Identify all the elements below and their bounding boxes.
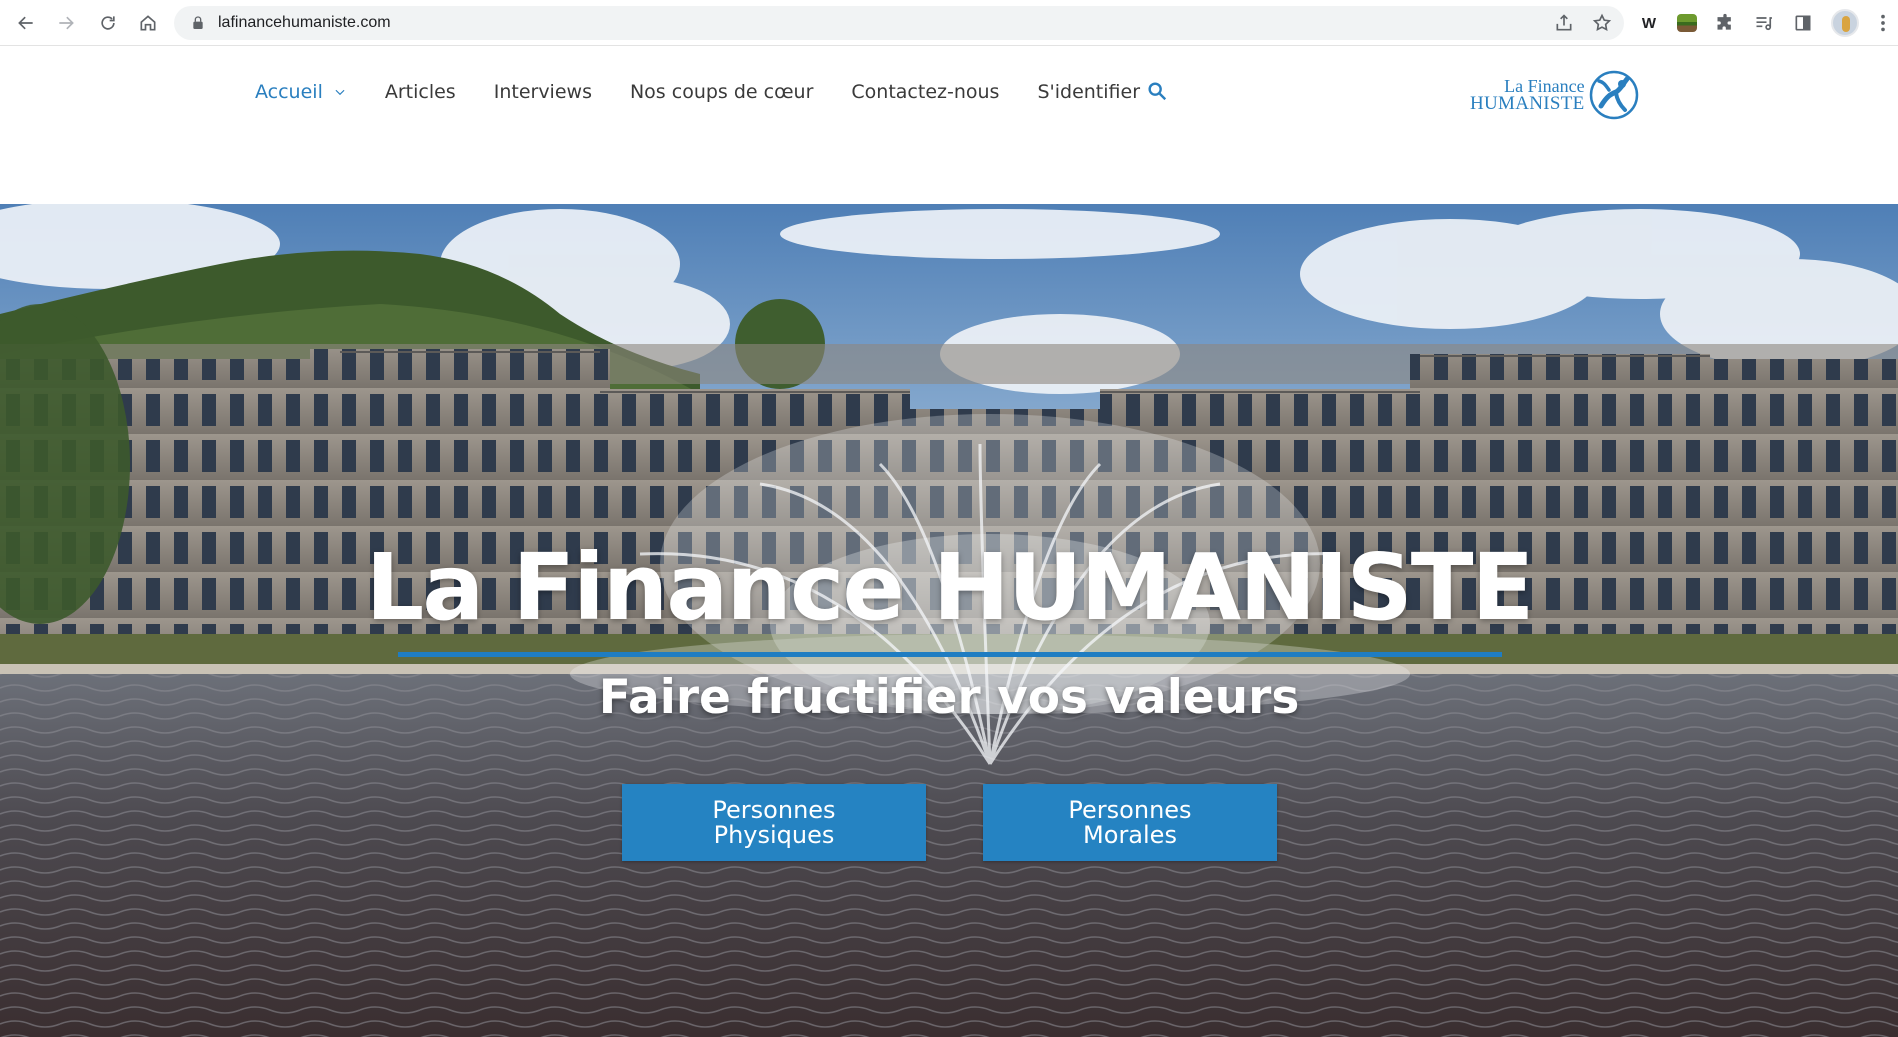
hero-divider	[398, 652, 1502, 657]
puzzle-glyph	[1717, 13, 1731, 30]
w-extension-icon[interactable]: W	[1638, 12, 1660, 34]
hero-title: La Finance HUMANISTE	[365, 534, 1535, 641]
menu-item-contact[interactable]: Contactez-nous	[851, 81, 999, 103]
url-text[interactable]: lafinancehumaniste.com	[218, 14, 391, 32]
logo-text: La Finance HUMANISTE	[1470, 77, 1585, 113]
more-vertical-icon[interactable]	[1872, 12, 1894, 34]
star-icon[interactable]	[1592, 13, 1612, 33]
garden-extension-icon[interactable]	[1677, 14, 1697, 32]
main-menu: Accueil Articles Interviews Nos coups de…	[255, 81, 1178, 103]
side-panel-glyph	[1795, 15, 1811, 31]
hero-section: La Finance HUMANISTE Faire fructifier vo…	[0, 204, 1898, 1037]
site-logo[interactable]: La Finance HUMANISTE	[1470, 69, 1646, 121]
hero-subtitle: Faire fructifier vos valeurs	[598, 670, 1300, 725]
puzzle-icon[interactable]	[1714, 12, 1736, 34]
menu-item-label: Articles	[384, 81, 456, 103]
search-icon[interactable]	[1146, 80, 1168, 102]
menu-item-label: Nos coups de cœur	[629, 81, 814, 103]
reload-button[interactable]	[88, 3, 128, 43]
button-line1: Personnes	[712, 795, 836, 824]
menu-item-interviews[interactable]: Interviews	[494, 81, 592, 103]
forward-button[interactable]	[46, 3, 86, 43]
site-header: Accueil Articles Interviews Nos coups de…	[0, 47, 1898, 204]
logo-figure-icon	[1589, 70, 1638, 120]
menu-item-articles[interactable]: Articles	[385, 81, 456, 103]
home-button[interactable]	[128, 3, 168, 43]
menu-item-label: Contactez-nous	[851, 81, 1000, 103]
arrow-right-icon	[59, 16, 74, 30]
media-icon[interactable]	[1753, 12, 1775, 34]
avatar[interactable]	[1831, 9, 1859, 37]
menu-item-coups-de-coeur[interactable]: Nos coups de cœur	[630, 81, 813, 103]
browser-toolbar: lafinancehumaniste.com W	[0, 0, 1898, 46]
menu-item-login[interactable]: S'identifier	[1037, 81, 1140, 103]
button-line1: Personnes	[1068, 795, 1192, 824]
share-icon[interactable]	[1554, 13, 1574, 33]
home-icon	[140, 15, 156, 31]
chevron-down-icon[interactable]	[333, 85, 347, 99]
logo-line2: HUMANISTE	[1470, 93, 1585, 114]
menu-item-accueil[interactable]: Accueil	[255, 81, 347, 103]
w-extension-label: W	[1641, 14, 1657, 32]
address-bar[interactable]: lafinancehumaniste.com	[174, 6, 1624, 40]
menu-item-label: S'identifier	[1037, 81, 1141, 103]
arrow-left-icon	[18, 16, 33, 30]
personnes-morales-button[interactable]: Personnes Morales	[983, 784, 1277, 861]
side-panel-icon[interactable]	[1792, 12, 1814, 34]
back-button[interactable]	[6, 3, 46, 43]
menu-item-label: Accueil	[255, 81, 323, 103]
menu-item-label: Interviews	[493, 81, 592, 103]
personnes-physiques-button[interactable]: Personnes Physiques	[622, 784, 926, 861]
button-line2: Morales	[1083, 820, 1177, 849]
media-glyph	[1756, 17, 1772, 31]
lock-icon	[193, 16, 203, 29]
reload-icon	[101, 16, 115, 30]
button-line2: Physiques	[713, 820, 835, 849]
